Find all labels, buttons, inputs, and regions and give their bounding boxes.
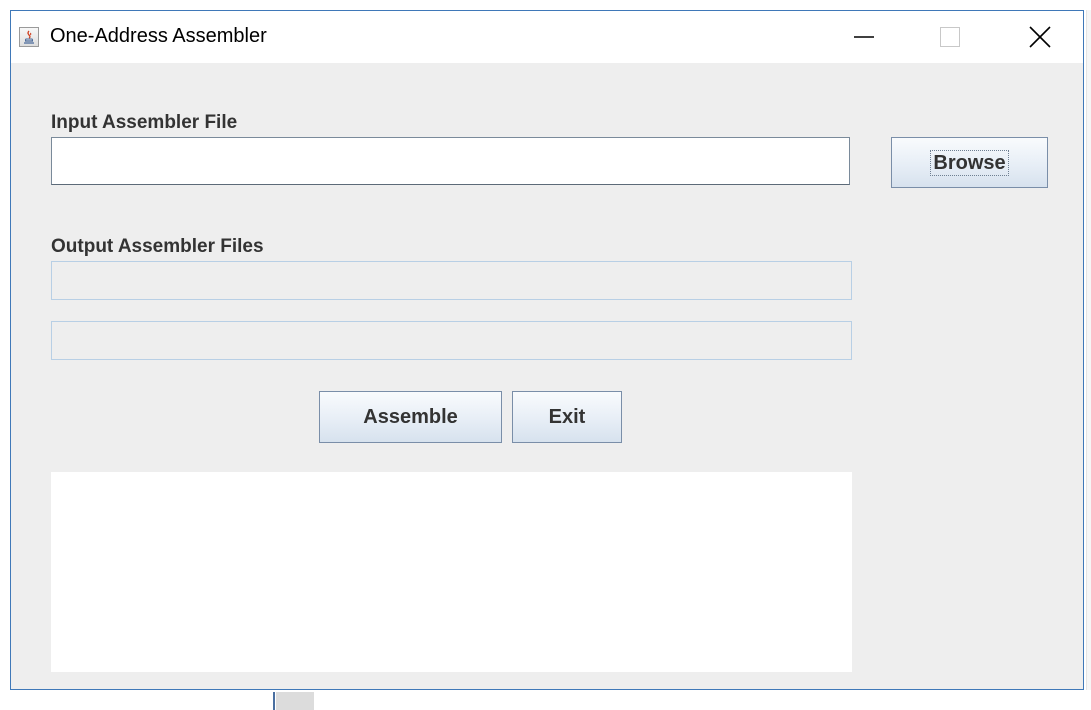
background-window-edge — [273, 692, 275, 710]
input-file-label: Input Assembler File — [51, 112, 238, 133]
background-window-edge-right — [1086, 10, 1091, 690]
output-file-field-1[interactable] — [51, 261, 852, 300]
output-log-area[interactable] — [51, 472, 852, 672]
maximize-button[interactable] — [905, 11, 995, 63]
maximize-icon — [940, 27, 960, 47]
exit-button[interactable]: Exit — [512, 391, 622, 443]
close-icon — [1029, 26, 1051, 48]
assemble-button[interactable]: Assemble — [319, 391, 502, 443]
title-bar[interactable]: One-Address Assembler — [11, 11, 1083, 63]
browse-button[interactable]: Browse — [891, 137, 1048, 188]
minimize-icon — [854, 36, 874, 38]
exit-button-label: Exit — [548, 405, 586, 428]
output-file-field-2[interactable] — [51, 321, 852, 360]
assemble-button-label: Assemble — [363, 405, 458, 428]
browse-button-label: Browse — [930, 149, 1009, 176]
output-files-label: Output Assembler Files — [51, 236, 264, 257]
input-file-field[interactable] — [51, 137, 850, 185]
background-window-fragment — [276, 692, 314, 710]
minimize-button[interactable] — [819, 11, 909, 63]
app-window: One-Address Assembler Input Assembler Fi… — [10, 10, 1084, 690]
close-button[interactable] — [995, 11, 1085, 63]
java-coffee-icon[interactable] — [19, 27, 39, 47]
window-title: One-Address Assembler — [50, 25, 267, 47]
desktop: One-Address Assembler Input Assembler Fi… — [0, 0, 1091, 710]
